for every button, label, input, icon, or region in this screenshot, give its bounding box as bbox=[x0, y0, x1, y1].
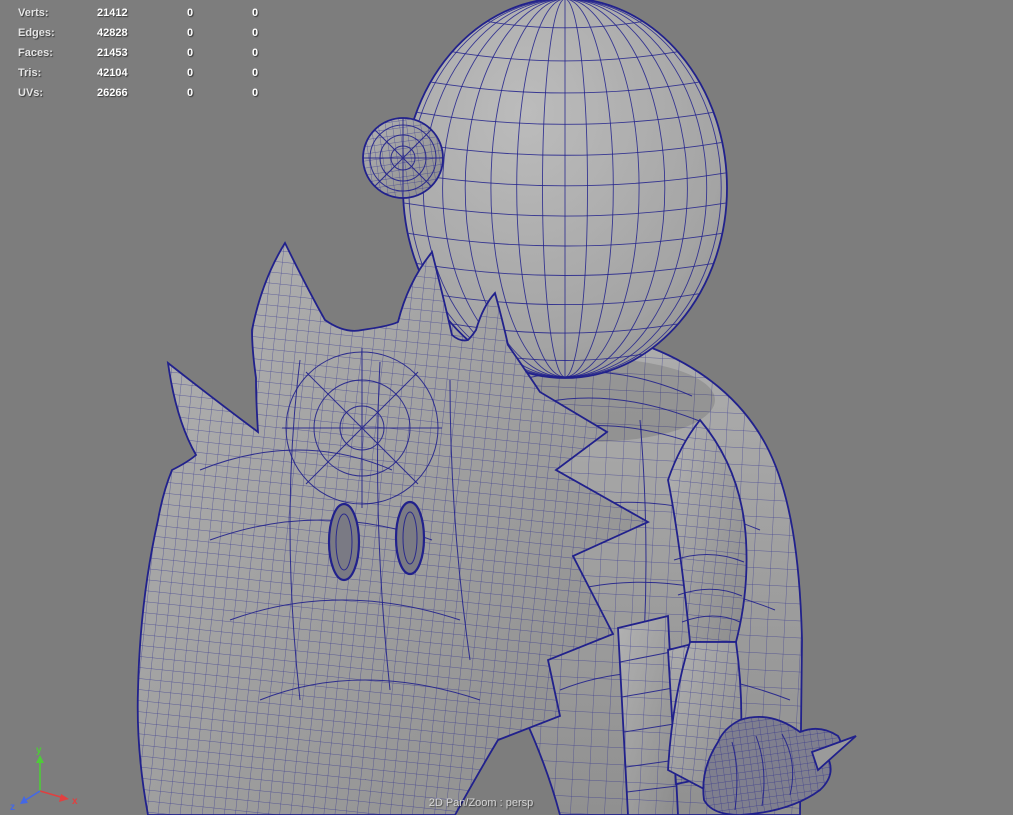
hud-total: 42828 bbox=[97, 27, 187, 39]
hud-col2: 0 bbox=[187, 27, 252, 39]
hud-row-faces: Faces: 21453 0 0 bbox=[18, 43, 266, 63]
x-axis-arrow-icon bbox=[59, 794, 69, 802]
hud-col3: 0 bbox=[252, 67, 266, 79]
hud-total: 42104 bbox=[97, 67, 187, 79]
hud-row-verts: Verts: 21412 0 0 bbox=[18, 3, 266, 23]
hud-total: 26266 bbox=[97, 87, 187, 99]
hud-col3: 0 bbox=[252, 7, 266, 19]
hud-label: Faces: bbox=[18, 47, 97, 59]
x-axis-label: x bbox=[72, 796, 78, 807]
hud-row-edges: Edges: 42828 0 0 bbox=[18, 23, 266, 43]
hud-col2: 0 bbox=[187, 47, 252, 59]
hud-col3: 0 bbox=[252, 27, 266, 39]
axis-gizmo: y x z bbox=[8, 743, 84, 811]
hud-col2: 0 bbox=[187, 7, 252, 19]
poly-count-hud: Verts: 21412 0 0 Edges: 42828 0 0 Faces:… bbox=[18, 3, 266, 103]
hud-label: UVs: bbox=[18, 87, 97, 99]
hud-total: 21453 bbox=[97, 47, 187, 59]
ear-knob-mesh[interactable] bbox=[363, 118, 443, 198]
hud-label: Edges: bbox=[18, 27, 97, 39]
hud-col3: 0 bbox=[252, 87, 266, 99]
hud-col2: 0 bbox=[187, 87, 252, 99]
z-axis-label: z bbox=[10, 802, 15, 811]
hud-label: Tris: bbox=[18, 67, 97, 79]
camera-label: 2D Pan/Zoom : persp bbox=[429, 797, 534, 809]
maya-viewport[interactable]: Verts: 21412 0 0 Edges: 42828 0 0 Faces:… bbox=[0, 0, 1013, 815]
hud-total: 21412 bbox=[97, 7, 187, 19]
head-mesh[interactable] bbox=[403, 0, 727, 380]
y-axis-label: y bbox=[36, 745, 42, 756]
hud-col3: 0 bbox=[252, 47, 266, 59]
z-axis-line bbox=[24, 791, 40, 801]
y-axis-arrow-icon bbox=[36, 755, 44, 763]
hud-label: Verts: bbox=[18, 7, 97, 19]
hud-col2: 0 bbox=[187, 67, 252, 79]
hud-row-uvs: UVs: 26266 0 0 bbox=[18, 83, 266, 103]
armor-radial-detail bbox=[282, 348, 442, 508]
viewport-canvas[interactable] bbox=[0, 0, 1013, 815]
hud-row-tris: Tris: 42104 0 0 bbox=[18, 63, 266, 83]
